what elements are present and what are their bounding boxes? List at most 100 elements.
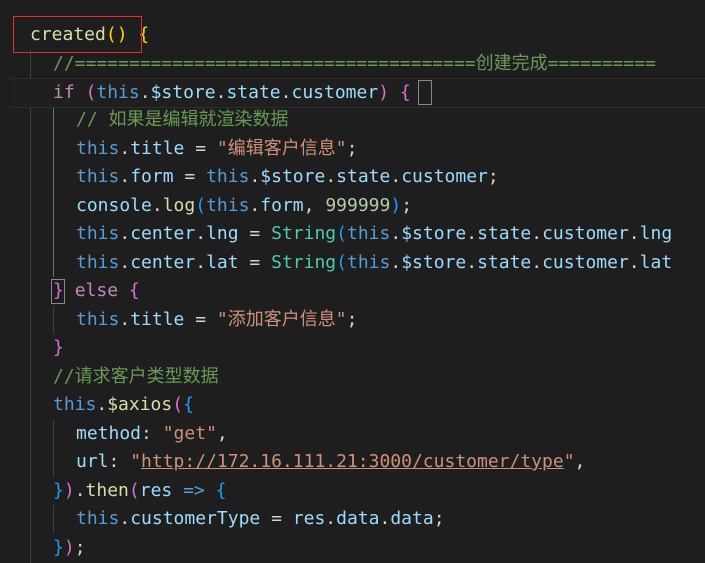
code-token: , [574,451,586,472]
code-token: . [119,166,131,187]
code-token: . [466,252,478,273]
code-token: ; [346,138,358,159]
code-token: then [85,480,129,501]
code-token: . [325,166,337,187]
code-line[interactable]: this.center.lng = String(this.$store.sta… [76,220,672,248]
code-token: ( [336,252,347,273]
code-token: state [477,252,532,273]
code-token: . [74,480,86,501]
code-line[interactable]: } [53,334,64,362]
code-token: state [336,166,391,187]
code-token: : [141,423,163,444]
code-token: . [195,252,207,273]
code-token: this [76,309,120,330]
code-token: lng [206,223,239,244]
code-token: . [249,166,261,187]
code-token: . [379,508,391,529]
code-token: this [346,223,391,244]
code-line[interactable]: // 如果是编辑就渲染数据 [76,106,289,134]
code-token: this [206,166,250,187]
code-line[interactable]: url: "http://172.16.111.21:3000/customer… [76,448,585,476]
code-token: . [531,223,543,244]
code-token: "编辑客户信息" [216,138,347,159]
code-token: title [130,309,185,330]
code-token: state [226,82,281,103]
code-token: : [108,451,131,472]
code-token: this [346,252,391,273]
code-token: . [96,394,108,415]
code-token: ( [195,195,207,216]
code-line[interactable]: this.customerType = res.data.data; [76,505,445,533]
code-line[interactable]: method: "get", [76,420,228,448]
code-token: this [76,166,120,187]
code-line[interactable]: }); [53,534,86,562]
code-line[interactable]: //请求客户类型数据 [53,363,219,391]
code-token: title [130,138,185,159]
code-token: data [390,508,434,529]
code-token: state [477,223,532,244]
code-token: } [53,337,64,358]
code-token: { [128,280,140,301]
code-token: "添加客户信息" [216,309,347,330]
code-line[interactable]: this.title = "编辑客户信息"; [76,135,357,163]
code-line[interactable]: }).then(res => { [53,477,226,505]
code-token: . [119,223,131,244]
code-line[interactable]: //=====================================创… [53,50,656,78]
code-token: customer [542,252,629,273]
code-line[interactable]: console.log(this.form, 999999); [76,192,412,220]
code-token: = [184,309,217,330]
indent-guide [53,306,54,334]
code-token: this [206,195,250,216]
code-line[interactable]: this.$axios({ [53,391,194,419]
code-token: { [215,480,227,501]
code-token: console [76,195,152,216]
code-token: { [399,82,411,103]
annotation-highlight-box [13,16,142,53]
code-token: ( [172,394,184,415]
code-token: . [628,223,640,244]
code-token: ; [74,537,86,558]
indent-guide [53,420,54,477]
code-line[interactable]: if (this.$store.state.customer) { [10,78,705,108]
code-token: url [76,451,109,472]
code-token: . [390,223,402,244]
code-line[interactable]: this.center.lat = String(this.$store.sta… [76,249,672,277]
code-token: 999999 [325,195,391,216]
code-token: this [76,138,120,159]
code-token: // 如果是编辑就渲染数据 [76,109,289,130]
code-token: customer [401,166,488,187]
code-token: ( [336,223,347,244]
code-token: ; [433,508,445,529]
code-token: . [628,252,640,273]
code-token: ) [63,480,75,501]
code-token: ) [63,537,75,558]
code-token: = [238,223,272,244]
code-token: lat [206,252,239,273]
code-token: " [563,451,575,472]
code-token: ( [128,480,140,501]
code-editor[interactable]: created() {//===========================… [0,0,705,563]
code-token: this [76,223,120,244]
code-token: ( [85,82,97,103]
code-token: ; [346,309,358,330]
code-token: . [119,252,131,273]
code-token: form [260,195,304,216]
code-token: = [260,508,293,529]
code-token: . [531,252,543,273]
code-line[interactable]: this.form = this.$store.state.customer; [76,163,499,191]
code-token: . [466,223,478,244]
code-token: String [271,223,337,244]
indent-guide-active [53,107,54,277]
code-token: . [390,166,402,187]
code-token: lat [639,252,673,273]
code-token: this [76,508,120,529]
code-token: $store [401,223,467,244]
code-token: . [151,195,163,216]
code-line[interactable]: } else { [53,277,140,305]
code-line[interactable]: this.title = "添加客户信息"; [76,306,357,334]
code-token: . [119,138,131,159]
